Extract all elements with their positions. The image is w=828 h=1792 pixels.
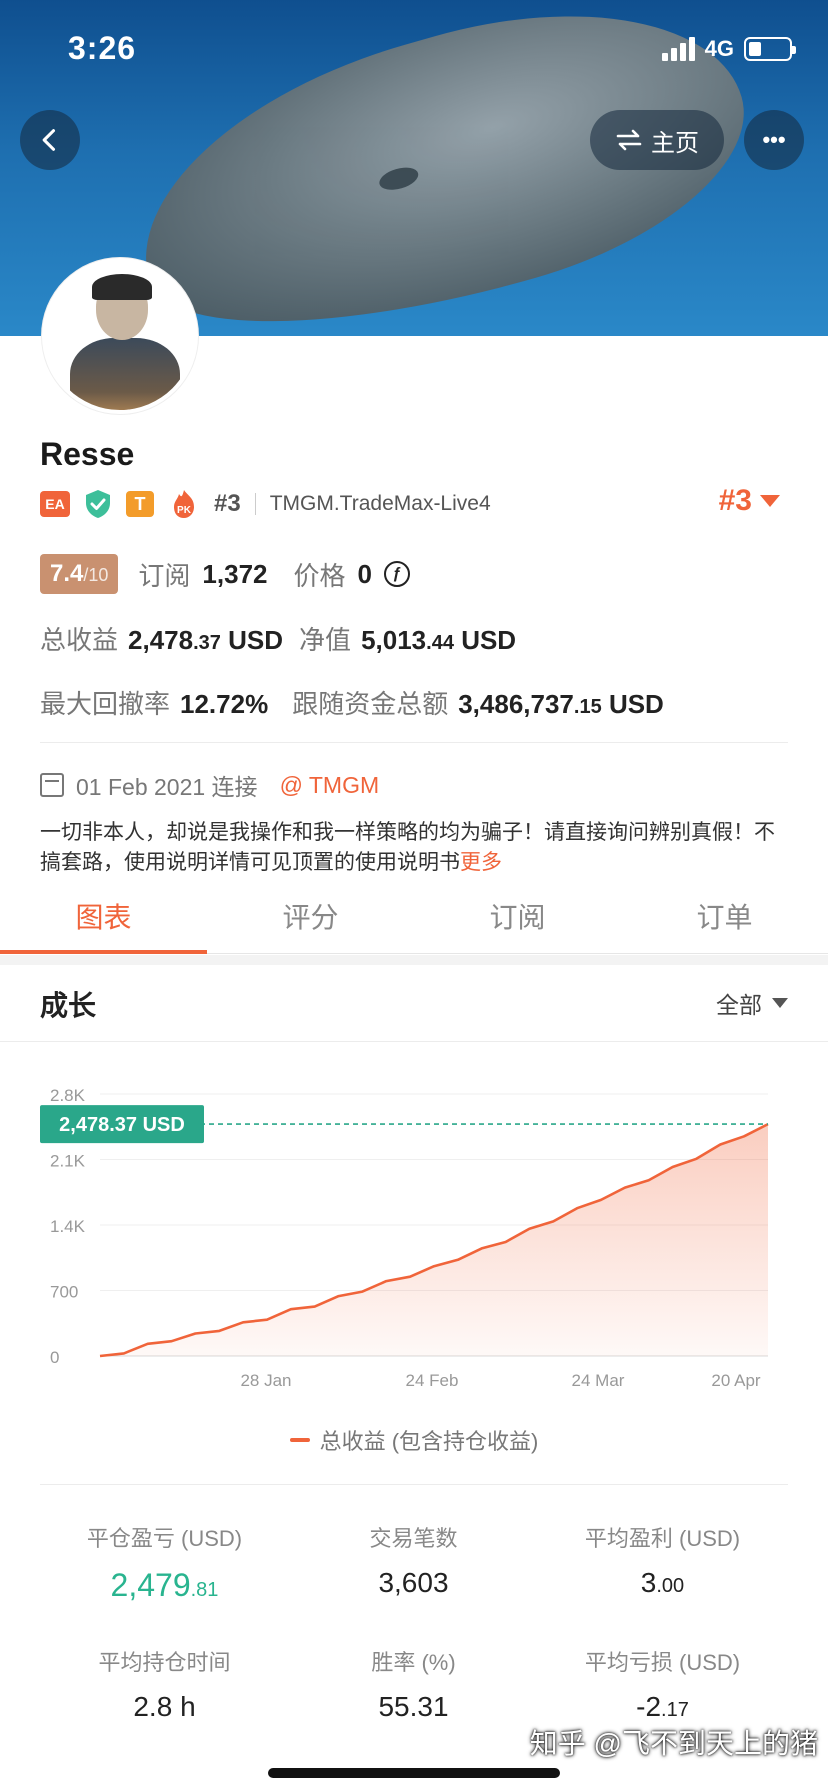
rank-big-value: #3: [718, 484, 752, 517]
stat-win-rate: 胜率 (%) 55.31: [289, 1645, 538, 1723]
badge-row: EA T PK #3 TMGM.TradeMax-Live4: [40, 488, 491, 520]
tab-subscribe[interactable]: 订阅: [414, 878, 621, 953]
status-right: 4G: [661, 36, 796, 62]
coin-icon: ƒ: [383, 561, 410, 587]
tab-bar: 图表 评分 订阅 订单: [0, 878, 828, 954]
stat-label: 平均亏损 (USD): [584, 1650, 741, 1675]
y-tick-label: 2.1K: [50, 1152, 86, 1171]
pk-label: PK: [177, 505, 192, 516]
shield-check-icon[interactable]: [84, 489, 112, 519]
growth-chart[interactable]: 0 700 1.4K 2.1K 2.8K 28 Jan 24 Feb 24 Mar 20 Apr…: [0, 1060, 828, 1400]
x-tick-label: 24 Mar: [572, 1371, 625, 1390]
more-button[interactable]: •••: [744, 110, 804, 170]
stat-label: 交易笔数: [369, 1526, 458, 1551]
battery-icon: [744, 37, 796, 61]
stat-avg-loss: 平均亏损 (USD) -2.17: [538, 1645, 787, 1723]
follow-funds-value: 3,486,737.15 USD: [458, 689, 664, 719]
y-tick-label: 700: [50, 1283, 78, 1302]
stat-trade-count: 交易笔数 3,603: [289, 1521, 538, 1599]
stat-label: 平均盈利 (USD): [584, 1526, 741, 1551]
x-tick-label: 28 Jan: [240, 1371, 291, 1390]
stat-label: 平仓盈亏 (USD): [86, 1526, 243, 1551]
description: 一切非本人，却说是我操作和我一样策略的均为骗子！请直接询问辨别真假！不搞套路，使…: [40, 818, 790, 878]
stat-avg-hold-time: 平均持仓时间 2.8 h: [40, 1645, 289, 1723]
total-profit-value: 2,478.37 USD: [128, 625, 284, 655]
subscribe-label: 订阅: [138, 560, 191, 591]
caret-down-icon: [772, 998, 788, 1008]
equity-label: 净值: [299, 625, 352, 655]
growth-filter-dropdown[interactable]: 全部: [716, 986, 788, 1020]
price-label: 价格: [293, 560, 346, 591]
price-value: 0: [357, 558, 372, 589]
network-type: 4G: [704, 36, 734, 61]
status-time: 3:26: [68, 30, 137, 66]
trader-name: Resse: [40, 436, 135, 472]
subscribe-value: 1,372: [202, 558, 268, 589]
more-dots-icon: •••: [762, 127, 786, 152]
growth-title: 成长: [40, 990, 97, 1021]
signal-icon: [661, 37, 695, 61]
y-tick-label: 0: [50, 1348, 59, 1367]
stat-value: 55.31: [378, 1691, 449, 1722]
tab-chart[interactable]: 图表: [0, 878, 207, 954]
equity-value: 5,013.44 USD: [361, 625, 517, 655]
follow-funds-label: 跟随资金总额: [292, 689, 449, 719]
connect-date: 01 Feb 2021 连接: [76, 774, 258, 800]
y-tick-label: 2.8K: [50, 1086, 86, 1105]
description-more-link[interactable]: 更多: [460, 851, 502, 874]
server-name: TMGM.TradeMax-Live4: [269, 492, 491, 515]
description-text: 一切非本人，却说是我操作和我一样策略的均为骗子！请直接询问辨别真假！不搞套路，使…: [40, 821, 775, 874]
stat-value: -2.17: [636, 1691, 689, 1722]
max-drawdown-label: 最大回撤率: [40, 689, 171, 719]
legend-swatch: [289, 1438, 310, 1442]
stat-value: 2,479.81: [110, 1567, 219, 1603]
drawdown-row: 最大回撤率 12.72% 跟随资金总额 3,486,737.15 USD: [40, 684, 664, 721]
max-drawdown-value: 12.72%: [180, 689, 269, 719]
home-indicator[interactable]: [268, 1768, 560, 1778]
stat-value: 2.8 h: [133, 1691, 196, 1722]
total-profit-label: 总收益: [40, 625, 119, 655]
tab-rating[interactable]: 评分: [207, 878, 414, 953]
score-row: 7.4/10 订阅 1,372 价格 0 ƒ: [40, 554, 410, 594]
calendar-icon: [40, 773, 64, 797]
x-tick-label: 24 Feb: [406, 1371, 459, 1390]
home-button-label: 主页: [651, 129, 699, 157]
watermark: 知乎 @飞不到天上的猪: [529, 1728, 818, 1759]
pk-flame-icon[interactable]: PK: [168, 488, 200, 520]
stat-label: 平均持仓时间: [98, 1650, 231, 1675]
swap-arrows-icon: [616, 129, 642, 151]
growth-header: 成长 全部: [0, 964, 828, 1042]
y-tick-label: 1.4K: [50, 1217, 86, 1236]
growth-filter-label: 全部: [716, 992, 762, 1018]
rank-dropdown[interactable]: #3: [719, 484, 780, 518]
status-bar: 3:26 4G: [0, 28, 828, 72]
back-button[interactable]: [20, 110, 80, 170]
caret-down-icon: [760, 495, 780, 507]
current-value-label: 2,478.37 USD: [59, 1114, 185, 1136]
stat-value: 3.00: [640, 1567, 685, 1598]
legend-label: 总收益 (包含持仓收益): [319, 1429, 539, 1454]
tab-orders[interactable]: 订单: [621, 878, 828, 953]
stat-label: 胜率 (%): [371, 1650, 456, 1675]
connect-row: 01 Feb 2021 连接 @ TMGM: [40, 768, 379, 802]
avatar[interactable]: [42, 258, 198, 414]
broker-link[interactable]: @ TMGM: [280, 772, 380, 799]
stats-grid: 平仓盈亏 (USD) 2,479.81 交易笔数 3,603 平均盈利 (USD…: [40, 1484, 788, 1754]
rank-small: #3: [214, 490, 241, 517]
chevron-left-icon: [42, 129, 56, 151]
growth-chart-svg: 0 700 1.4K 2.1K 2.8K 28 Jan 24 Feb 24 Mar 20 Apr…: [40, 1086, 769, 1390]
x-tick-label: 20 Apr: [711, 1371, 760, 1390]
profit-row: 总收益 2,478.37 USD 净值 5,013.44 USD: [40, 620, 516, 657]
ea-badge[interactable]: EA: [40, 491, 70, 517]
stat-closed-pnl: 平仓盈亏 (USD) 2,479.81: [40, 1521, 289, 1604]
chart-legend: 总收益 (包含持仓收益): [0, 1424, 828, 1456]
home-button[interactable]: 主页: [590, 110, 724, 170]
series-area: [100, 1124, 768, 1356]
t-badge[interactable]: T: [126, 491, 154, 517]
stat-value: 3,603: [378, 1567, 449, 1598]
stat-avg-profit: 平均盈利 (USD) 3.00: [538, 1521, 787, 1599]
score-badge: 7.4/10: [40, 554, 119, 594]
